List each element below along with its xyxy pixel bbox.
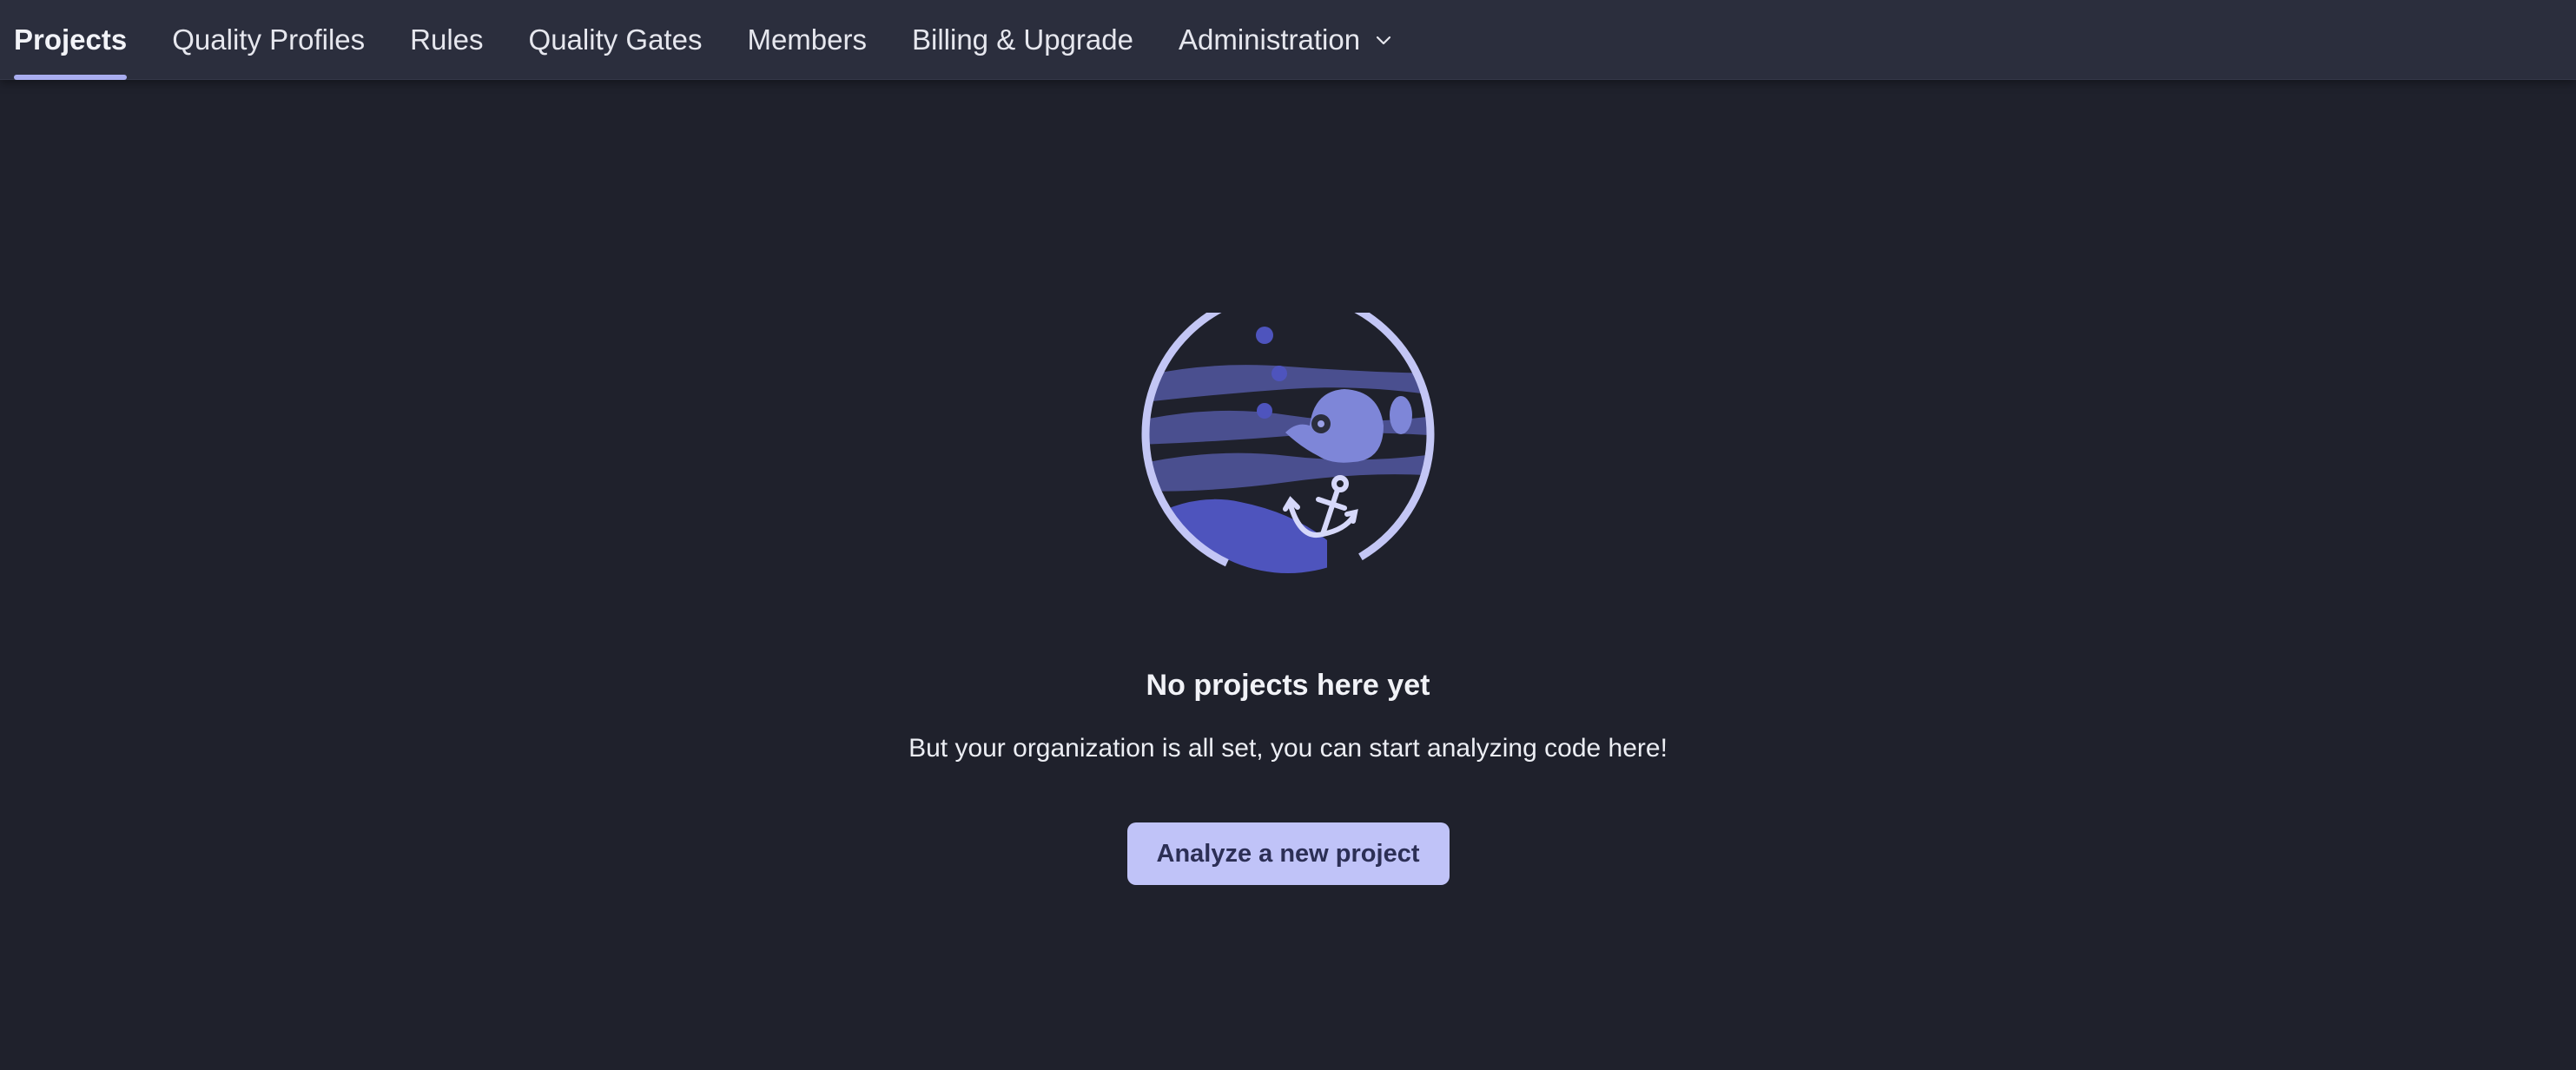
nav-item-label: Billing & Upgrade: [911, 23, 1133, 56]
nav-item-label: Quality Profiles: [172, 23, 366, 56]
empty-state: No projects here yet But your organizati…: [0, 313, 2576, 885]
nav-item-quality-profiles[interactable]: Quality Profiles: [172, 0, 365, 80]
analyze-new-project-button[interactable]: Analyze a new project: [1126, 822, 1450, 885]
nav-item-label: Rules: [410, 23, 484, 56]
nav-item-administration[interactable]: Administration: [1179, 0, 1393, 80]
empty-state-description: But your organization is all set, you ca…: [908, 734, 1668, 763]
nav-item-rules[interactable]: Rules: [410, 0, 483, 80]
nav-item-billing-upgrade[interactable]: Billing & Upgrade: [912, 0, 1133, 80]
nav-item-label: Projects: [14, 23, 128, 56]
nav-item-quality-gates[interactable]: Quality Gates: [529, 0, 703, 80]
nav-menu: Projects Quality Profiles Rules Quality …: [14, 0, 1438, 80]
nav-item-members[interactable]: Members: [747, 0, 867, 80]
chevron-down-icon: [1376, 36, 1391, 45]
nav-item-projects[interactable]: Projects: [14, 0, 128, 80]
nav-item-label: Quality Gates: [528, 23, 703, 56]
empty-state-title: No projects here yet: [1146, 669, 1430, 702]
fishbowl-anchor-icon: [1141, 313, 1435, 581]
nav-item-label: Administration: [1178, 23, 1361, 56]
top-navigation: Projects Quality Profiles Rules Quality …: [0, 0, 2576, 80]
nav-item-label: Members: [747, 23, 867, 56]
